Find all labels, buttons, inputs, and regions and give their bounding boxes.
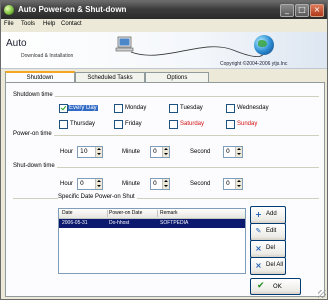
menu-help[interactable]: Help bbox=[43, 21, 55, 27]
shutdown-group-title: Shut-down time bbox=[13, 163, 57, 169]
edit-icon: ✎ bbox=[255, 227, 262, 235]
shutdown-second-value: 0 bbox=[226, 180, 230, 187]
shutdown-minute-spinner[interactable]: 0 bbox=[150, 178, 170, 190]
poweron-second-value: 0 bbox=[226, 148, 230, 155]
menu-file[interactable]: File bbox=[4, 21, 14, 27]
app-window: Auto Power-on & Shut-down _ □ × File Too… bbox=[0, 0, 328, 300]
specific-date-table[interactable]: Date Power-on Date Remark 2006-05-31 Do-… bbox=[58, 208, 246, 274]
delete-all-button-label: Del All bbox=[266, 262, 284, 268]
label-tuesday: Tuesday bbox=[180, 105, 203, 111]
poweron-hour-label: Hour bbox=[60, 149, 74, 155]
poweron-minute-value: 0 bbox=[153, 148, 157, 155]
maximize-button[interactable]: □ bbox=[295, 4, 309, 17]
ok-button-label: OK bbox=[273, 283, 282, 290]
copyright-text: Copyright ©2004-2006 ytjs.Inc bbox=[220, 61, 288, 67]
edit-button[interactable]: ✎ Edit bbox=[250, 223, 286, 241]
window-title: Auto Power-on & Shut-down bbox=[18, 5, 127, 14]
label-every-day: Every Day bbox=[68, 105, 98, 111]
checkbox-tuesday[interactable] bbox=[169, 104, 178, 113]
spin-arrows-icon[interactable] bbox=[95, 179, 102, 189]
divider bbox=[13, 135, 319, 136]
label-thursday: Thursday bbox=[70, 121, 96, 127]
title-bar[interactable]: Auto Power-on & Shut-down _ □ × bbox=[1, 1, 327, 19]
delete-button-label: Del bbox=[266, 245, 276, 251]
checkbox-thursday[interactable] bbox=[59, 120, 68, 129]
spin-arrows-icon[interactable] bbox=[162, 147, 169, 157]
add-button-label: Add bbox=[266, 211, 277, 217]
spin-arrows-icon[interactable] bbox=[162, 179, 169, 189]
banner-title: Auto bbox=[6, 38, 27, 49]
menu-bar: File Tools Help Contact bbox=[1, 20, 327, 31]
poweron-second-spinner[interactable]: 0 bbox=[223, 146, 243, 158]
divider bbox=[13, 96, 319, 97]
checkbox-wednesday[interactable] bbox=[226, 104, 235, 113]
table-row[interactable]: 2006-05-31 Do-hhost SOFTPEDIA bbox=[59, 219, 245, 228]
label-friday: Friday bbox=[125, 121, 142, 127]
specific-group-title: Specific Date Power-on Shut bbox=[58, 194, 137, 200]
week-group-title: Shutdown time bbox=[13, 92, 55, 98]
checkbox-saturday[interactable] bbox=[169, 120, 178, 129]
poweron-second-label: Second bbox=[190, 149, 211, 155]
poweron-minute-spinner[interactable]: 0 bbox=[150, 146, 170, 158]
label-wednesday: Wednesday bbox=[237, 105, 269, 111]
poweron-minute-label: Minute bbox=[122, 149, 141, 155]
edit-button-label: Edit bbox=[266, 228, 277, 234]
check-icon: ✔ bbox=[257, 281, 265, 291]
checkbox-sunday[interactable] bbox=[226, 120, 235, 129]
delete-icon: × bbox=[255, 244, 262, 253]
column-remark[interactable]: Remark bbox=[160, 210, 178, 216]
shutdown-second-label: Second bbox=[190, 181, 211, 187]
checkbox-every-day[interactable] bbox=[59, 104, 68, 113]
label-saturday: Saturday bbox=[180, 121, 205, 127]
close-button[interactable]: × bbox=[310, 4, 324, 17]
checkbox-friday[interactable] bbox=[114, 120, 123, 129]
spin-arrows-icon[interactable] bbox=[95, 147, 102, 157]
menu-contact[interactable]: Contact bbox=[61, 21, 82, 27]
network-cable-graphic bbox=[130, 45, 270, 58]
checkbox-monday[interactable] bbox=[114, 104, 123, 113]
delete-all-button[interactable]: × Del All bbox=[250, 257, 286, 275]
globe-icon bbox=[254, 35, 274, 55]
header-banner: Auto Download & Installation Copyright ©… bbox=[1, 32, 327, 69]
shutdown-hour-value: 0 bbox=[80, 180, 84, 187]
shutdown-minute-label: Minute bbox=[122, 181, 141, 187]
computer-icon bbox=[115, 36, 134, 52]
plus-icon: + bbox=[255, 210, 262, 219]
label-monday: Monday bbox=[125, 105, 147, 111]
cell-remark: SOFTPEDIA bbox=[160, 220, 189, 226]
resize-grip-icon[interactable] bbox=[318, 290, 326, 298]
shutdown-minute-value: 0 bbox=[153, 180, 157, 187]
cell-date: 2006-05-31 bbox=[62, 220, 88, 226]
poweron-hour-spinner[interactable]: 10 bbox=[77, 146, 103, 158]
poweron-group-title: Power-on time bbox=[13, 131, 54, 137]
table-header: Date Power-on Date Remark bbox=[59, 209, 245, 219]
banner-subtitle: Download & Installation bbox=[21, 53, 74, 59]
menu-tools[interactable]: Tools bbox=[21, 21, 35, 27]
shutdown-hour-label: Hour bbox=[60, 181, 74, 187]
poweron-hour-value: 10 bbox=[80, 148, 88, 155]
column-date[interactable]: Date bbox=[62, 210, 73, 216]
shutdown-second-spinner[interactable]: 0 bbox=[223, 178, 243, 190]
app-icon bbox=[4, 5, 14, 15]
delete-button[interactable]: × Del bbox=[250, 240, 286, 258]
column-power-on-date[interactable]: Power-on Date bbox=[109, 210, 142, 216]
delete-all-icon: × bbox=[255, 261, 262, 270]
spin-arrows-icon[interactable] bbox=[235, 179, 242, 189]
divider bbox=[13, 167, 319, 168]
spin-arrows-icon[interactable] bbox=[235, 147, 242, 157]
shutdown-hour-spinner[interactable]: 0 bbox=[77, 178, 103, 190]
cell-power-on: Do-hhost bbox=[109, 220, 130, 226]
minimize-button[interactable]: _ bbox=[280, 4, 294, 17]
label-sunday: Sunday bbox=[237, 121, 258, 127]
add-button[interactable]: + Add bbox=[250, 206, 286, 224]
ok-button[interactable]: ✔ OK bbox=[250, 278, 301, 295]
